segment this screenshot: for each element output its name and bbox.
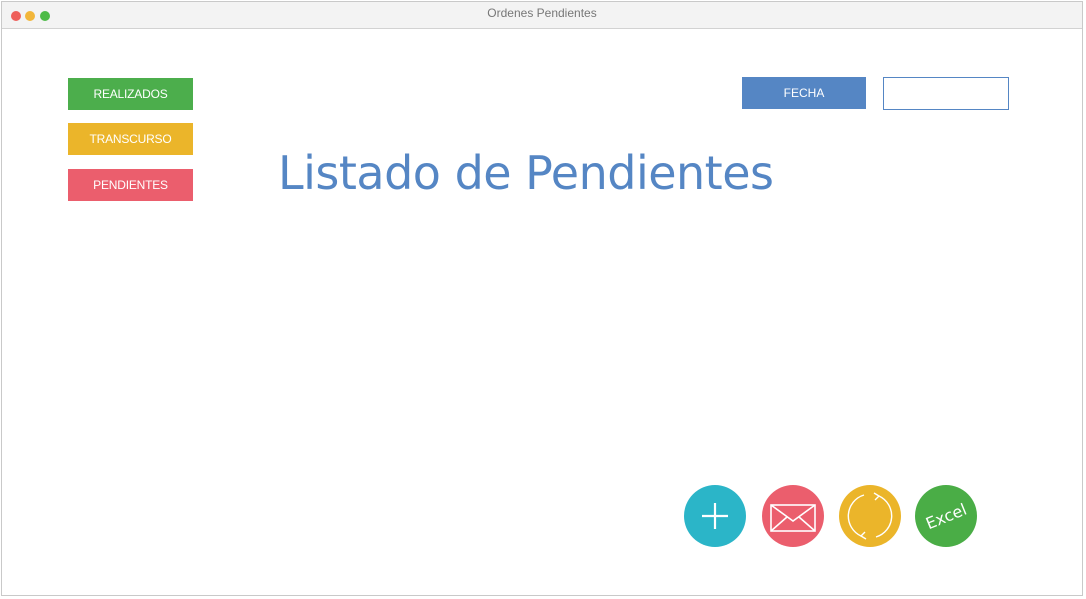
title-bar: Ordenes Pendientes [2, 2, 1082, 29]
envelope-icon [770, 504, 816, 532]
date-field[interactable] [883, 77, 1009, 110]
pendientes-button[interactable]: PENDIENTES [68, 169, 193, 201]
refresh-button[interactable] [839, 485, 901, 547]
window-title: Ordenes Pendientes [487, 6, 597, 20]
realizados-button[interactable]: REALIZADOS [68, 78, 193, 110]
email-button[interactable] [762, 485, 824, 547]
page-title: Listado de Pendientes [278, 146, 774, 200]
excel-export-button[interactable]: Excel [915, 485, 977, 547]
transcurso-button[interactable]: TRANSCURSO [68, 123, 193, 155]
refresh-icon [847, 492, 893, 540]
plus-icon [702, 503, 728, 529]
add-button[interactable] [684, 485, 746, 547]
fecha-button[interactable]: FECHA [742, 77, 866, 109]
